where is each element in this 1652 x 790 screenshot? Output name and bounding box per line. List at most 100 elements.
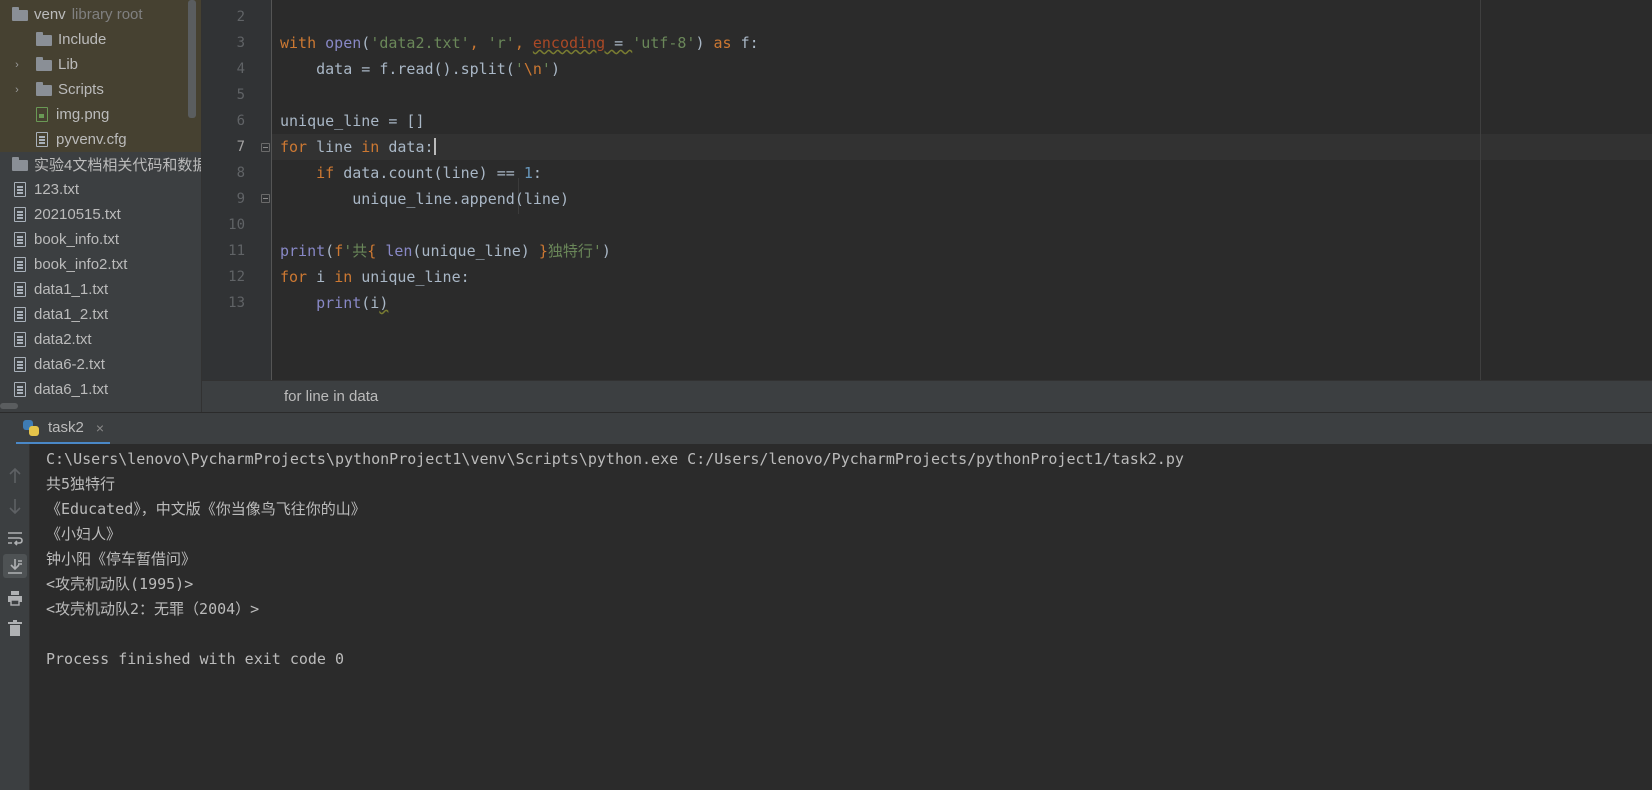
tree-item-include[interactable]: Include bbox=[0, 27, 201, 52]
kw-for: for bbox=[280, 268, 308, 286]
code-line-11[interactable]: print(f'共{ len(unique_line) }独特行') bbox=[280, 238, 611, 264]
chevron-right-icon[interactable]: › bbox=[10, 83, 24, 97]
tree-item-img-png[interactable]: img.png bbox=[0, 102, 201, 127]
console-output-line: 钟小阳《停车暂借问》 bbox=[46, 550, 197, 568]
code-text: i bbox=[307, 268, 335, 286]
tree-item-scripts[interactable]: › Scripts bbox=[0, 77, 201, 102]
punct: ) bbox=[379, 294, 389, 312]
close-icon[interactable]: × bbox=[96, 420, 104, 436]
line-number-gutter: 2 3 4 5 6 7 8 9 10 11 12 13 bbox=[202, 0, 272, 380]
code-line-6[interactable]: unique_line = [] bbox=[280, 108, 425, 134]
tree-item-label: venv bbox=[34, 6, 66, 23]
tree-item-123-txt[interactable]: 123.txt bbox=[0, 177, 201, 202]
text-file-icon bbox=[14, 357, 26, 372]
code-text: (unique_line) bbox=[412, 242, 539, 260]
console-output-line: 《小妇人》 bbox=[46, 525, 122, 543]
tree-item-data1-1-txt[interactable]: data1_1.txt bbox=[0, 277, 201, 302]
breadcrumb-item[interactable]: for line in data bbox=[284, 388, 378, 405]
run-console-output[interactable]: C:\Users\lenovo\PycharmProjects\pythonPr… bbox=[30, 444, 1652, 790]
chevron-right-icon[interactable]: › bbox=[10, 58, 24, 72]
builtin-len: len bbox=[385, 242, 413, 260]
text-file-icon bbox=[14, 232, 26, 247]
tree-item-data2-txt[interactable]: data2.txt bbox=[0, 327, 201, 352]
kw-for: for bbox=[280, 138, 308, 156]
right-margin-guide bbox=[1480, 0, 1481, 380]
code-line-8[interactable]: if data.count(line) == 1: bbox=[280, 160, 542, 186]
folder-icon bbox=[12, 7, 28, 21]
code-editor[interactable]: 2 3 4 5 6 7 8 9 10 11 12 13 with open('d… bbox=[202, 0, 1652, 380]
tree-item-book-info-txt[interactable]: book_info.txt bbox=[0, 227, 201, 252]
tree-item-label: img.png bbox=[56, 106, 110, 123]
fold-collapse-icon[interactable] bbox=[261, 143, 270, 152]
console-command-line: C:\Users\lenovo\PycharmProjects\pythonPr… bbox=[46, 450, 1184, 468]
code-line-13[interactable]: print(i) bbox=[280, 290, 388, 316]
punct: ( bbox=[325, 242, 335, 260]
folder-icon bbox=[12, 157, 28, 171]
tree-item-label: 实验4文档相关代码和数据 bbox=[34, 157, 202, 174]
fold-end-icon[interactable] bbox=[261, 194, 270, 203]
tree-horizontal-scrollbar[interactable] bbox=[0, 403, 18, 409]
punct: ) bbox=[601, 242, 611, 260]
tree-item-book-info2-txt[interactable]: book_info2.txt bbox=[0, 252, 201, 277]
tree-item-label: Lib bbox=[58, 56, 79, 73]
tree-item-data6-2-txt[interactable]: data6-2.txt bbox=[0, 352, 201, 377]
console-exit-status: Process finished with exit code 0 bbox=[46, 650, 345, 668]
tree-vertical-scrollbar[interactable] bbox=[188, 0, 196, 118]
punct: , bbox=[514, 34, 533, 52]
number-literal: 1 bbox=[523, 164, 533, 182]
text-file-icon bbox=[14, 307, 26, 322]
image-file-icon bbox=[36, 107, 48, 122]
text-file-icon bbox=[14, 182, 26, 197]
soft-wrap-icon[interactable] bbox=[3, 526, 27, 550]
punct: ) bbox=[695, 34, 714, 52]
trash-icon[interactable] bbox=[3, 616, 27, 640]
tree-item-label: 20210515.txt bbox=[34, 206, 121, 223]
tree-item-lab4-folder[interactable]: 实验4文档相关代码和数据 bbox=[0, 152, 202, 177]
code-line-7[interactable]: for line in data: bbox=[280, 134, 436, 160]
tree-item-label: data1_2.txt bbox=[34, 306, 109, 323]
punct: ( bbox=[361, 34, 371, 52]
tree-item-data1-2-txt[interactable]: data1_2.txt bbox=[0, 302, 201, 327]
code-line-9[interactable]: unique_line.append(line) bbox=[280, 186, 569, 212]
tree-item-label: data6-2.txt bbox=[34, 356, 105, 373]
print-icon[interactable] bbox=[3, 586, 27, 610]
escape-sequence: \n bbox=[523, 60, 542, 78]
console-output-line: <攻壳机动队(1995)> bbox=[46, 575, 194, 593]
tree-item-lib[interactable]: › Lib bbox=[0, 52, 201, 77]
scroll-to-end-icon[interactable] bbox=[3, 554, 27, 578]
tree-item-venv[interactable]: venv library root bbox=[0, 2, 201, 27]
line-number: 6 bbox=[236, 113, 245, 129]
string-literal: 独特行' bbox=[547, 242, 602, 260]
up-arrow-icon[interactable] bbox=[3, 464, 27, 488]
library-root-label: library root bbox=[71, 6, 143, 23]
tree-item-label: data2.txt bbox=[34, 331, 92, 348]
tree-item-pyvenv-cfg[interactable]: pyvenv.cfg bbox=[0, 127, 201, 152]
punct: , bbox=[469, 34, 488, 52]
tree-item-data6-1-txt[interactable]: data6_1.txt bbox=[0, 377, 201, 402]
string-literal: 'data2.txt' bbox=[370, 34, 470, 52]
python-icon bbox=[22, 419, 40, 437]
string-quote: ' bbox=[541, 60, 551, 78]
tab-task2[interactable]: task2 × bbox=[16, 413, 111, 445]
line-number: 13 bbox=[228, 295, 245, 311]
tree-item-20210515-txt[interactable]: 20210515.txt bbox=[0, 202, 201, 227]
text-file-icon bbox=[14, 207, 26, 222]
project-tree-panel[interactable]: venv library root Include › Lib › Script… bbox=[0, 0, 202, 412]
line-number-current: 7 bbox=[236, 139, 245, 155]
tree-item-label: Include bbox=[58, 31, 107, 48]
line-number: 12 bbox=[228, 269, 245, 285]
down-arrow-icon[interactable] bbox=[3, 494, 27, 518]
code-text: data.count(line) == bbox=[334, 164, 524, 182]
breadcrumb: for line in data bbox=[202, 380, 1652, 412]
tree-item-label: data6_1.txt bbox=[34, 381, 109, 398]
code-line-4[interactable]: data = f.read().split('\n') bbox=[280, 56, 560, 82]
string-quote: ' bbox=[514, 60, 524, 78]
builtin-open: open bbox=[325, 34, 362, 52]
builtin-print: print bbox=[280, 242, 326, 260]
tree-item-label: 123.txt bbox=[34, 181, 80, 198]
code-text: (i bbox=[361, 294, 380, 312]
code-line-12[interactable]: for i in unique_line: bbox=[280, 264, 470, 290]
code-line-3[interactable]: with open('data2.txt', 'r', encoding = '… bbox=[280, 30, 759, 56]
punct: = bbox=[605, 34, 633, 52]
